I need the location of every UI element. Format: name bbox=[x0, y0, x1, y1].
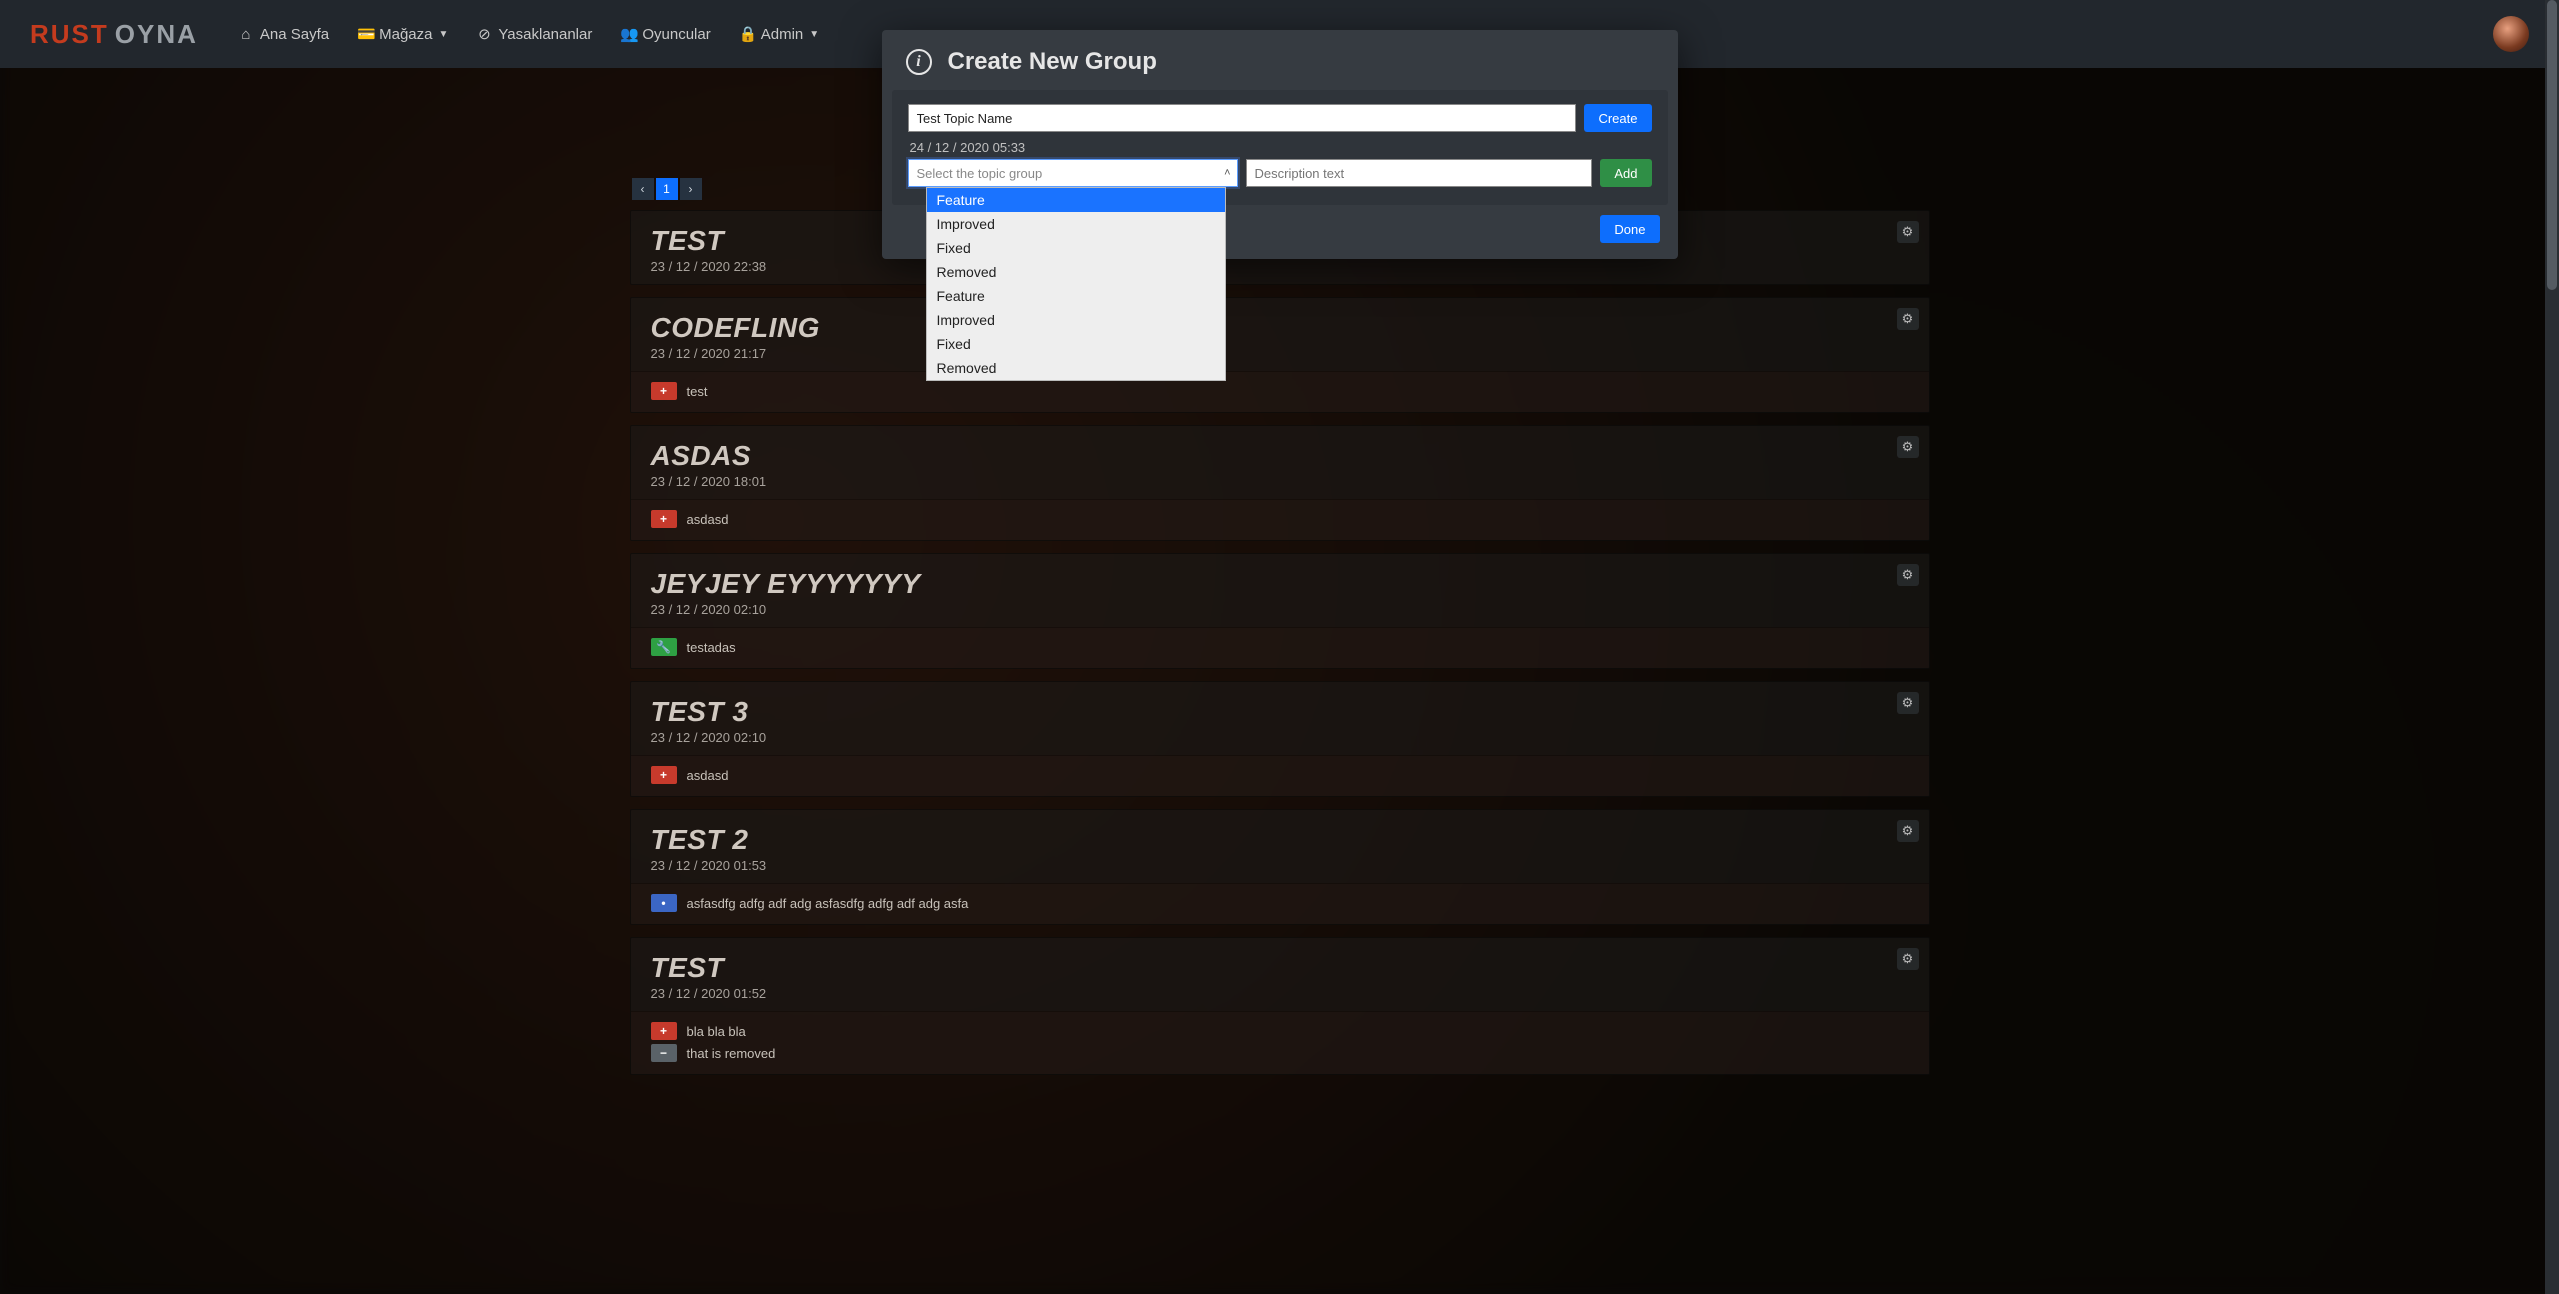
create-button[interactable]: Create bbox=[1584, 104, 1651, 132]
add-button[interactable]: Add bbox=[1600, 159, 1651, 187]
done-button[interactable]: Done bbox=[1600, 215, 1659, 243]
description-input[interactable] bbox=[1246, 159, 1593, 187]
topic-group-dropdown: FeatureImprovedFixedRemovedFeatureImprov… bbox=[926, 187, 1226, 381]
info-icon: i bbox=[906, 49, 932, 75]
topic-group-combo[interactable]: Select the topic group ˄ bbox=[908, 159, 1238, 187]
dropdown-option[interactable]: Fixed bbox=[927, 236, 1225, 260]
dropdown-option[interactable]: Improved bbox=[927, 308, 1225, 332]
modal-header: i Create New Group bbox=[882, 30, 1678, 90]
dropdown-option[interactable]: Fixed bbox=[927, 332, 1225, 356]
modal-backdrop: i Create New Group Create 24 / 12 / 2020… bbox=[0, 0, 2559, 1294]
modal-body: Create 24 / 12 / 2020 05:33 Select the t… bbox=[892, 90, 1668, 205]
dropdown-option[interactable]: Improved bbox=[927, 212, 1225, 236]
modal-title: Create New Group bbox=[948, 48, 1157, 76]
dropdown-option[interactable]: Removed bbox=[927, 356, 1225, 380]
modal-timestamp: 24 / 12 / 2020 05:33 bbox=[910, 140, 1652, 155]
create-group-modal: i Create New Group Create 24 / 12 / 2020… bbox=[882, 30, 1678, 259]
chevron-up-icon: ˄ bbox=[1224, 167, 1230, 179]
dropdown-option[interactable]: Feature bbox=[927, 284, 1225, 308]
dropdown-option[interactable]: Feature bbox=[927, 188, 1225, 212]
dropdown-option[interactable]: Removed bbox=[927, 260, 1225, 284]
topic-group-combo-wrap: Select the topic group ˄ FeatureImproved… bbox=[908, 159, 1238, 187]
topic-name-input[interactable] bbox=[908, 104, 1577, 132]
combo-placeholder: Select the topic group bbox=[917, 166, 1043, 181]
